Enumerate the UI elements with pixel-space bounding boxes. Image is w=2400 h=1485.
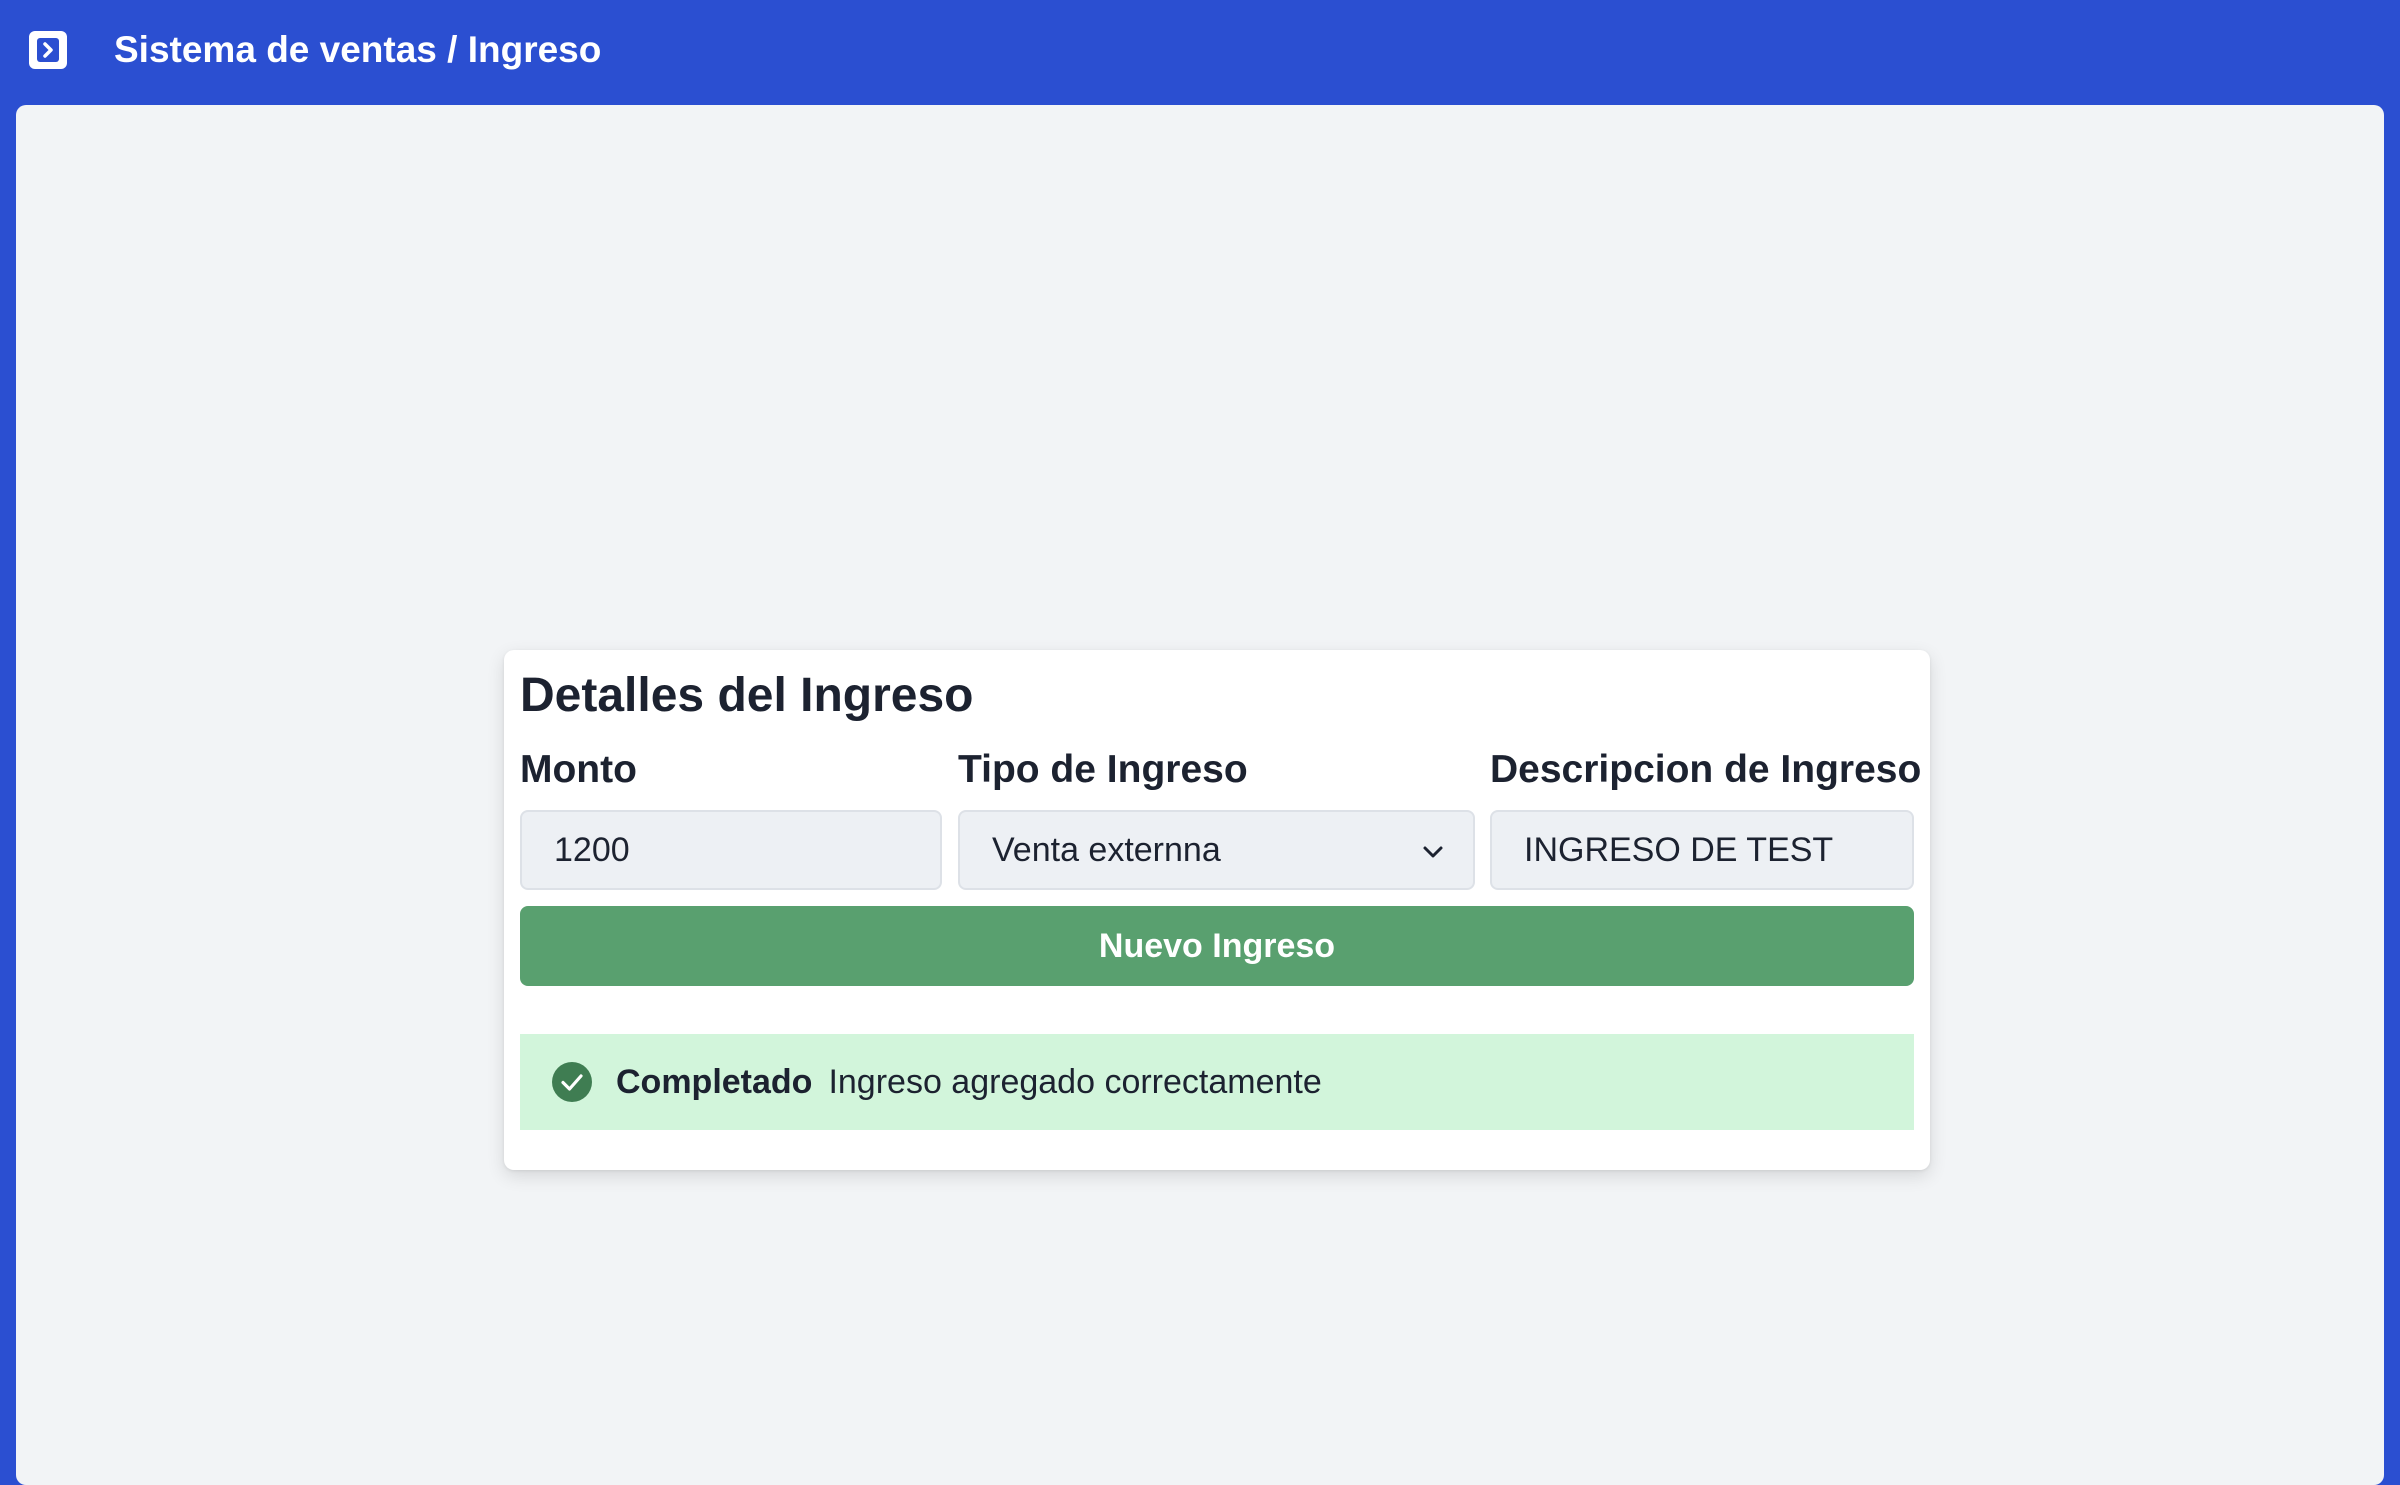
- top-bar: Sistema de ventas / Ingreso: [0, 0, 2400, 104]
- card-title: Detalles del Ingreso: [520, 669, 974, 722]
- success-alert: Completado Ingreso agregado correctament…: [520, 1034, 1914, 1130]
- check-circle-icon: [552, 1062, 592, 1102]
- income-description-label: Descripcion de Ingreso: [1490, 748, 1922, 791]
- income-description-input[interactable]: INGRESO DE TEST: [1490, 810, 1914, 890]
- amount-input-value: 1200: [554, 831, 630, 869]
- app-title: Sistema de ventas / Ingreso: [114, 29, 602, 70]
- chevron-down-icon: [1423, 846, 1443, 858]
- amount-label: Monto: [520, 748, 637, 791]
- income-type-select[interactable]: Venta externna: [958, 810, 1475, 890]
- income-details-card: Detalles del Ingreso Monto Tipo de Ingre…: [504, 650, 1930, 1170]
- sidebar-toggle-icon[interactable]: [27, 29, 69, 71]
- main-content: Detalles del Ingreso Monto Tipo de Ingre…: [16, 105, 2384, 1485]
- new-income-button[interactable]: Nuevo Ingreso: [520, 906, 1914, 986]
- alert-message: Ingreso agregado correctamente: [828, 1062, 1322, 1101]
- income-type-label: Tipo de Ingreso: [958, 748, 1248, 791]
- income-description-value: INGRESO DE TEST: [1524, 831, 1834, 869]
- amount-input[interactable]: 1200: [520, 810, 942, 890]
- alert-title: Completado: [616, 1062, 813, 1101]
- income-type-selected: Venta externna: [992, 831, 1221, 869]
